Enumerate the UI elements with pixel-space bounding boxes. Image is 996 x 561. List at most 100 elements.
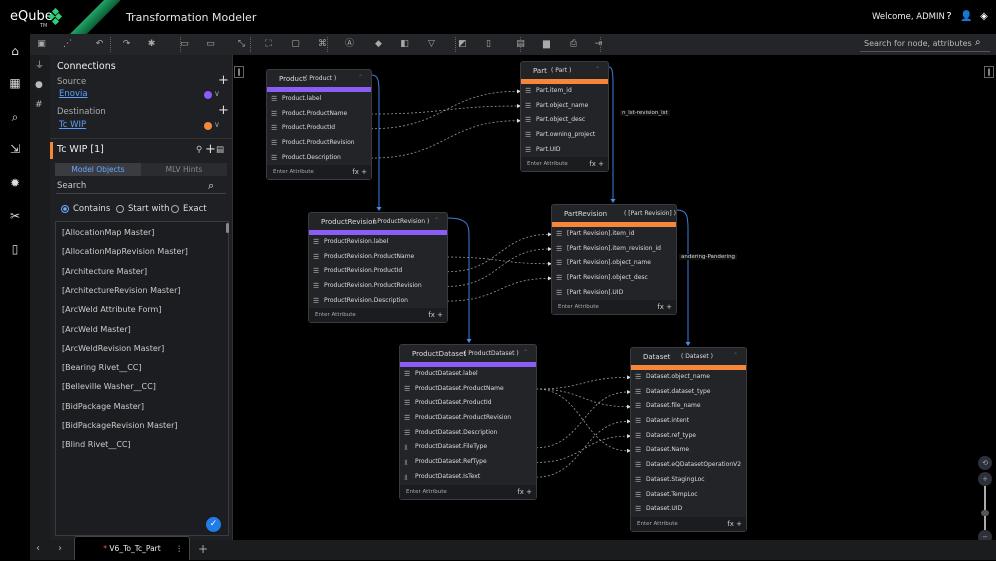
add-tab-button[interactable]: + [198,542,208,556]
attribute-row[interactable]: ☰ ProductDataset.ProductName [400,382,536,397]
attribute-row[interactable]: ☰ ProductRevision.label [309,235,447,250]
node-productrevision[interactable]: ProductRevision( ProductRevision ) ⌃ ☰ Prod… [308,212,448,324]
attribute-row[interactable]: ☰ ProductDataset.ProductId [400,396,536,411]
attribute-row[interactable]: ☰ ProductDataset.Description [400,426,536,441]
attribute-row[interactable]: ☰ [Part Revision].item_id [552,227,676,242]
attribute-row[interactable]: ☰ Product.ProductRevision [267,136,371,151]
relation-edge[interactable] [371,74,380,210]
node-header[interactable]: Part ( Part ) ⌃ [521,62,608,79]
enter-attribute-input[interactable]: Enter Attribute fx + [631,516,746,531]
attribute-row[interactable]: ☰ Part.object_desc [521,113,608,128]
mapping-edge[interactable] [370,105,519,115]
attribute-row[interactable]: ☰ Part.owning_project [521,128,608,143]
attribute-row[interactable]: ☰ ProductRevision.Description [309,294,447,309]
attribute-row[interactable]: ☰ [Part Revision].object_name [552,256,676,271]
mapping-edge[interactable] [535,421,629,478]
mapping-edge[interactable] [535,376,629,390]
mapping-edge[interactable] [535,388,629,452]
enter-attribute-input[interactable]: Enter Attribute fx + [552,300,676,315]
attribute-row[interactable]: ☰ Part.item_id [521,84,608,99]
collapse-icon[interactable]: ⌃ [358,74,363,81]
attribute-row[interactable]: ☰ Product.Description [267,151,371,166]
node-header[interactable]: ProductDataset( ProductDataset ) ⌃ [400,345,536,362]
node-part[interactable]: Part ( Part ) ⌃ ☰ Part.item_id ☰ Part.object_n… [520,61,609,173]
document-tab[interactable]: * V6_To_Tc_Part ⋮ [74,536,190,560]
attribute-row[interactable]: ⫫ ProductDataset.FileType [400,440,536,455]
add-expression-button[interactable]: fx + [727,517,742,531]
node-product[interactable]: Product( Product ) ⌃ ☰ Product.label ☰ Produc… [266,69,372,181]
mapping-edge[interactable] [446,278,550,302]
attribute-row[interactable]: ☰ ProductDataset.label [400,367,536,382]
attribute-row[interactable]: ☰ Dataset.TempLoc [631,488,746,503]
attribute-row[interactable]: ☰ Dataset.dataset_type [631,385,746,400]
mapping-edge[interactable] [446,233,550,273]
node-header[interactable]: Product( Product ) ⌃ [267,70,371,87]
attribute-row[interactable]: ☰ Product.ProductId [267,121,371,136]
node-dataset[interactable]: Dataset( Dataset ) ⌃ ☰ Dataset.object_name ☰… [630,347,747,532]
attribute-row[interactable]: ☰ Dataset.StagingLoc [631,473,746,488]
attribute-row[interactable]: ☰ ProductDataset.ProductRevision [400,411,536,426]
attribute-row[interactable]: ☰ Product.ProductName [267,107,371,122]
attribute-row[interactable]: ☰ Dataset.file_name [631,399,746,414]
collapse-icon[interactable]: ⌃ [523,349,528,356]
relation-edge[interactable] [447,217,470,342]
attribute-icon: ☰ [271,109,278,118]
enter-attribute-input[interactable]: Enter Attribute fx + [400,484,536,499]
attribute-row[interactable]: ☰ Part.object_name [521,99,608,114]
reset-zoom-button[interactable]: ⟲ [978,456,992,470]
relation-edge[interactable] [676,209,689,345]
mapping-edge[interactable] [370,120,519,159]
attribute-icon: ☰ [313,252,320,261]
attribute-row[interactable]: ☰ [Part Revision].UID [552,286,676,301]
attribute-row[interactable]: ☰ Dataset.intent [631,414,746,429]
mapping-edge[interactable] [535,435,629,463]
next-tab-button[interactable]: › [58,543,62,554]
attribute-row[interactable]: ☰ ProductRevision.ProductId [309,264,447,279]
mapping-edge[interactable] [446,248,550,287]
attribute-row[interactable]: ☰ ProductRevision.ProductRevision [309,279,447,294]
attribute-icon: ☰ [271,95,278,103]
zoom-slider[interactable] [984,486,986,530]
enter-attribute-input[interactable]: Enter Attribute fx + [267,165,371,180]
attribute-row[interactable]: ☰ ProductRevision.ProductName [309,250,447,265]
node-header[interactable]: PartRevision ( [Part Revision] ) ⌃ [552,205,676,222]
enter-attribute-input[interactable]: Enter Attribute fx + [309,308,447,323]
add-expression-button[interactable]: fx + [428,308,443,322]
add-expression-button[interactable]: fx + [517,485,532,499]
attribute-name: Dataset.UID [646,505,683,513]
attribute-row[interactable]: ⫫ ProductDataset.IsText [400,470,536,485]
attribute-row[interactable]: ☰ Dataset.ref_type [631,429,746,444]
attribute-name: ProductDataset.ProductId [415,399,492,407]
collapse-icon[interactable]: ⌃ [663,209,668,216]
attribute-row[interactable]: ☰ Dataset.eQDatasetOperationV2 [631,458,746,473]
node-partrevision[interactable]: PartRevision ( [Part Revision] ) ⌃ ☰ [Part R… [551,204,677,316]
zoom-in-button[interactable]: + [978,472,992,486]
add-expression-button[interactable]: fx + [657,300,672,314]
more-icon[interactable]: ⋮ [176,537,184,561]
attribute-row[interactable]: ☰ Dataset.Name [631,443,746,458]
mapping-edge[interactable] [535,391,629,449]
relation-edge[interactable] [608,66,614,202]
attribute-icon: ☰ [556,259,563,268]
mapping-edge[interactable] [535,388,629,408]
collapse-icon[interactable]: ⌃ [434,217,439,224]
add-expression-button[interactable]: fx + [589,157,604,171]
node-header[interactable]: Dataset ( Dataset ) ⌃ [631,348,746,365]
collapse-icon[interactable]: ⌃ [595,66,600,73]
attribute-row[interactable]: ☰ Product.label [267,92,371,107]
attribute-row[interactable]: ☰ [Part Revision].object_desc [552,271,676,286]
zoom-slider-handle[interactable] [981,510,989,516]
attribute-row[interactable]: ☰ Part.UID [521,143,608,158]
collapse-icon[interactable]: ⌃ [733,352,738,359]
mapping-edge[interactable] [446,256,550,265]
node-productdataset[interactable]: ProductDataset( ProductDataset ) ⌃ ☰ Produc… [399,344,537,500]
node-header[interactable]: ProductRevision( ProductRevision ) ⌃ [309,213,447,230]
attribute-row[interactable]: ⫫ ProductDataset.RefType [400,455,536,470]
attribute-row[interactable]: ☰ [Part Revision].item_revision_id [552,242,676,257]
add-expression-button[interactable]: fx + [352,165,367,179]
attribute-icon: ☰ [271,139,278,148]
attribute-row[interactable]: ☰ Dataset.object_name [631,370,746,385]
attribute-row[interactable]: ☰ Dataset.UID [631,502,746,517]
prev-tab-button[interactable]: ‹ [36,543,40,554]
enter-attribute-input[interactable]: Enter Attribute fx + [521,157,608,172]
